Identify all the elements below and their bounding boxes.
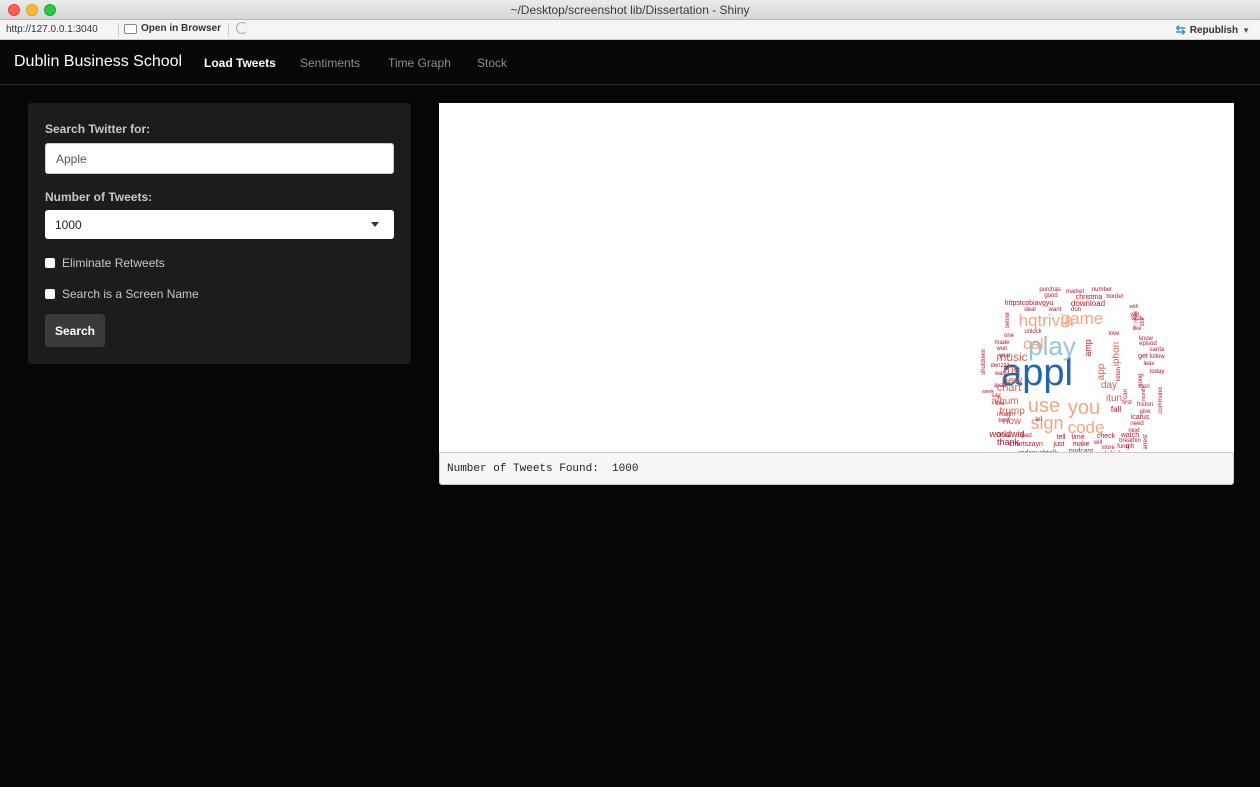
open-in-browser-label: Open in Browser <box>141 23 222 34</box>
wordcloud-word: communic <box>1158 386 1164 413</box>
wordcloud-word: want <box>1048 307 1062 313</box>
wordcloud-word: don <box>1071 307 1081 313</box>
wordcloud-word: check <box>1097 433 1116 440</box>
chevron-down-icon: ▼ <box>1242 25 1250 35</box>
eliminate-retweets-label: Eliminate Retweets <box>62 256 165 270</box>
wordcloud-word: leav <box>1143 361 1154 367</box>
wordcloud-word: store <box>1101 445 1115 451</box>
wordcloud-word: httpstcobiavgyu <box>1005 300 1054 307</box>
screen-name-checkbox[interactable] <box>45 289 55 299</box>
toolbar-divider <box>118 23 119 37</box>
open-in-browser-button[interactable]: Open in Browser <box>124 23 221 34</box>
wordcloud-word: need <box>1130 421 1143 427</box>
wordcloud-word: histori <box>1137 402 1153 408</box>
screen-name-option[interactable]: Search is a Screen Name <box>45 287 199 301</box>
wordcloud-word: christma <box>1076 294 1103 301</box>
wordcloud-word: gift <box>1126 444 1134 450</box>
wordcloud-plot: appl play you use sign code hqtrivia game call mu… <box>439 103 1234 452</box>
wordcloud-word: avail <box>994 383 1006 389</box>
wordcloud-word: amp <box>1083 339 1093 357</box>
toolbar-divider <box>228 23 229 37</box>
wordcloud-word: this <box>995 401 1004 407</box>
wordcloud-word: denzzz <box>990 363 1009 369</box>
navbar-brand: Dublin Business School <box>14 53 183 70</box>
wordcloud-word: app <box>1096 363 1107 380</box>
search-input[interactable] <box>45 143 394 174</box>
tab-stock[interactable]: Stock <box>477 56 507 70</box>
wordcloud-word: arrest <box>1143 434 1149 450</box>
viewer-toolbar: http://127.0.0.1:3040 Open in Browser ⇆ … <box>0 20 1260 40</box>
wordcloud-word: tell <box>1057 434 1066 441</box>
wordcloud-word: icarus <box>1131 414 1150 421</box>
wordcloud-word: day <box>1101 380 1117 391</box>
wordcloud-word: fall <box>1111 405 1121 414</box>
wordcloud-word: game <box>1061 309 1104 328</box>
wordcloud-word: listen <box>1116 367 1122 381</box>
search-button[interactable]: Search <box>45 314 105 347</box>
wordcloud-word: close <box>997 433 1012 439</box>
wordcloud-word: week <box>982 389 994 395</box>
browser-window-icon <box>124 23 137 34</box>
wordcloud-word: love <box>1108 331 1120 337</box>
tab-load-tweets[interactable]: Load Tweets <box>204 56 276 70</box>
wordcloud-word: border <box>1106 294 1123 300</box>
wordcloud-word: year <box>999 353 1011 359</box>
republish-label: Republish <box>1189 24 1239 36</box>
wordcloud-word: let <box>1036 417 1043 423</box>
wordcloud-word: market <box>1066 289 1085 295</box>
wordcloud-word: wall <box>994 371 1005 377</box>
wordcloud-word: give <box>1139 409 1151 415</box>
sidebar-panel: Search Twitter for: Number of Tweets: 10… <box>28 103 411 364</box>
wordcloud-word: news <box>1133 311 1139 323</box>
refresh-icon[interactable] <box>236 22 248 34</box>
tab-sentiments[interactable]: Sentiments <box>300 56 360 70</box>
wordcloud-word: first <box>1122 400 1132 406</box>
wordcloud-word: one <box>1004 333 1015 339</box>
wordcloud-word: make <box>1072 441 1089 448</box>
wordcloud-word: just <box>1053 441 1065 448</box>
wordcloud-word: time <box>1071 434 1084 441</box>
wordcloud-svg: applplayyouusesign codehqtriviagamecallmu… <box>981 287 1165 452</box>
wordcloud-word: best <box>998 418 1010 424</box>
tweet-count-label: Number of Tweets: <box>45 190 153 204</box>
wordcloud-word: shutdown <box>981 349 987 375</box>
url-label: http://127.0.0.1:3040 <box>6 24 98 35</box>
wordcloud-word: next <box>1128 428 1140 434</box>
wordcloud-word: month <box>1141 387 1147 401</box>
wordcloud-word: santa <box>1150 347 1165 353</box>
wordcloud-word: deal <box>1024 307 1035 313</box>
wordcloud-word: with <box>1130 304 1139 310</box>
caret-down-icon <box>371 222 379 227</box>
window-title: ~/Desktop/screenshot lib/Dissertation - … <box>510 3 750 17</box>
wordcloud-word: you <box>1068 397 1100 419</box>
wordcloud-word: itun <box>1106 393 1122 404</box>
wordcloud-word: unlock <box>1024 329 1042 335</box>
window-titlebar: ~/Desktop/screenshot lib/Dissertation - … <box>0 0 1260 20</box>
eliminate-retweets-checkbox[interactable] <box>45 258 55 268</box>
tweet-count-select[interactable]: 1000 <box>45 210 394 239</box>
tab-time-graph[interactable]: Time Graph <box>388 56 451 70</box>
wordcloud-word: get <box>1138 353 1148 360</box>
wordcloud-word: follow <box>1149 354 1165 360</box>
wordcloud-word: senior <box>1005 312 1011 328</box>
wordcloud-word: number <box>1092 287 1112 293</box>
wordcloud-word: iphon <box>1111 342 1122 366</box>
eliminate-retweets-option[interactable]: Eliminate Retweets <box>45 256 165 270</box>
wordcloud-word: won <box>995 346 1007 352</box>
search-label: Search Twitter for: <box>45 122 151 136</box>
tweet-count-value: 1000 <box>55 218 82 232</box>
wordcloud-word: can <box>1123 389 1129 399</box>
wordcloud-word: today <box>1150 369 1165 375</box>
app-navbar: Dublin Business School Load Tweets Senti… <box>0 41 1260 85</box>
publish-icon: ⇆ <box>1175 23 1186 37</box>
screen-name-label: Search is a Screen Name <box>62 287 199 301</box>
tweets-found-output: Number of Tweets Found: 1000 <box>439 452 1234 485</box>
wordcloud-word: sign <box>1030 413 1063 433</box>
wordcloud-word: chartszayn <box>1009 441 1043 448</box>
republish-button[interactable]: ⇆ Republish ▼ <box>1176 23 1250 37</box>
wordcloud-word: still <box>1140 318 1146 327</box>
wordcloud-word: good <box>1044 293 1057 299</box>
wordcloud-word: ipad <box>1020 433 1031 439</box>
